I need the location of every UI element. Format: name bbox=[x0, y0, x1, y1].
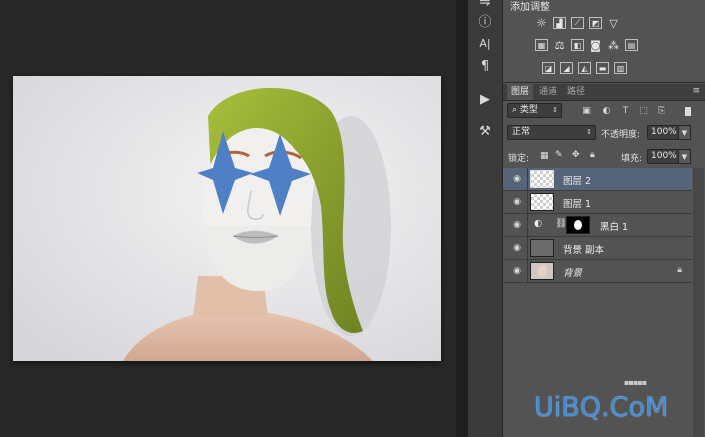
vibrance-icon[interactable]: ▽ bbox=[607, 17, 620, 30]
chevron-down-icon[interactable]: ▼ bbox=[678, 125, 691, 140]
tool-presets-icon[interactable]: ⚒ bbox=[476, 123, 494, 139]
adjustments-row-2: ▦ ⚖ ◧ ◙ ⁂ ▤ bbox=[535, 39, 638, 52]
layer-divider bbox=[527, 214, 528, 237]
canvas-area[interactable] bbox=[0, 0, 468, 437]
chevron-updown-icon: ⇕ bbox=[586, 128, 592, 136]
portrait-image bbox=[13, 76, 441, 361]
levels-icon[interactable]: ▟ bbox=[553, 17, 566, 29]
history-icon[interactable]: ⇋ bbox=[476, 0, 494, 10]
lock-label: 锁定: bbox=[508, 154, 530, 164]
fill-label: 填充: bbox=[621, 154, 643, 164]
layer-mask-thumbnail[interactable] bbox=[566, 216, 590, 234]
color-balance-icon[interactable]: ⚖ bbox=[553, 39, 566, 52]
layer-name[interactable]: 图层 2 bbox=[563, 173, 591, 187]
layers-scrollbar[interactable] bbox=[693, 168, 704, 437]
panels-dock: 添加调整 ☼ ▟ ⟋ ◩ ▽ ▦ ⚖ ◧ ◙ ⁂ ▤ ◪ ◢ ◭ ▬ ▥ 图层 … bbox=[503, 0, 705, 437]
layer-divider bbox=[527, 260, 528, 283]
smart-object-filter-icon[interactable]: ⎘ bbox=[656, 105, 667, 116]
eye-icon[interactable]: ◉ bbox=[511, 220, 523, 230]
pixel-filter-icon[interactable]: ▣ bbox=[581, 105, 592, 116]
filter-toggle-icon[interactable] bbox=[685, 107, 691, 116]
eye-icon[interactable]: ◉ bbox=[511, 174, 523, 184]
layer-divider bbox=[527, 168, 528, 191]
lock-image-icon[interactable]: ✎ bbox=[555, 150, 563, 160]
gradient-map-icon[interactable]: ▥ bbox=[614, 62, 627, 74]
layer-divider bbox=[527, 191, 528, 214]
document-image[interactable] bbox=[13, 76, 441, 361]
layer-name[interactable]: 图层 1 bbox=[563, 196, 591, 210]
layer-thumbnail bbox=[530, 193, 554, 211]
selective-color-icon[interactable]: ▬ bbox=[596, 62, 609, 74]
layer-thumbnail bbox=[530, 262, 554, 280]
filter-kind-select[interactable]: ⌕ 类型 ⇕ bbox=[507, 103, 562, 118]
thumb-face bbox=[538, 265, 547, 277]
layer-row-layer1[interactable]: ◉ 图层 1 bbox=[503, 191, 692, 214]
fill-field[interactable]: 100% bbox=[647, 149, 679, 164]
mask-shape bbox=[574, 220, 582, 230]
curves-icon[interactable]: ⟋ bbox=[571, 17, 584, 29]
resize-handle-icon[interactable]: ▪▪▪▪▪ bbox=[624, 378, 647, 387]
lock-transparent-icon[interactable]: ▦ bbox=[540, 151, 549, 161]
layer-divider bbox=[527, 237, 528, 260]
adjustments-title: 添加调整 bbox=[510, 2, 550, 13]
eye-icon[interactable]: ◉ bbox=[511, 197, 523, 207]
layer-name[interactable]: 黑白 1 bbox=[600, 219, 628, 233]
adjustments-row-1: ☼ ▟ ⟋ ◩ ▽ bbox=[535, 16, 620, 30]
layer-name[interactable]: 背景 bbox=[563, 265, 582, 279]
exposure-icon[interactable]: ◩ bbox=[589, 17, 602, 29]
layer-thumbnail bbox=[530, 170, 554, 188]
photo-filter-icon[interactable]: ◙ bbox=[589, 39, 602, 52]
posterize-icon[interactable]: ◢ bbox=[560, 62, 573, 74]
panel-menu-icon[interactable]: ≡ bbox=[692, 86, 700, 96]
hue-saturation-icon[interactable]: ▦ bbox=[535, 39, 548, 51]
eye-icon[interactable]: ◉ bbox=[511, 243, 523, 253]
invert-icon[interactable]: ◪ bbox=[542, 62, 555, 74]
layer-filter-row: ⌕ 类型 ⇕ ▣ ◐ T ⬚ ⎘ bbox=[503, 101, 705, 121]
character-icon[interactable]: A| bbox=[476, 35, 494, 51]
layer-row-background-copy[interactable]: ◉ 背景 副本 bbox=[503, 237, 692, 260]
panel-separator bbox=[456, 0, 468, 437]
layers-list: ◉ 图层 2 ◉ 图层 1 ◉ ◐ ⛓ 黑白 1 ◉ 背景 副本 ◉ 背景 🔒︎ bbox=[503, 168, 692, 287]
opacity-label: 不透明度: bbox=[601, 130, 641, 140]
filter-kind-label: 类型 bbox=[519, 105, 538, 115]
tab-channels[interactable]: 通道 bbox=[535, 84, 561, 100]
adjustment-layer-icon: ◐ bbox=[534, 218, 543, 229]
layer-thumbnail bbox=[530, 239, 554, 257]
blend-mode-label: 正常 bbox=[512, 127, 531, 137]
tab-paths[interactable]: 路径 bbox=[563, 84, 589, 100]
lock-position-icon[interactable]: ✥ bbox=[572, 150, 580, 160]
adjustments-row-3: ◪ ◢ ◭ ▬ ▥ bbox=[542, 62, 627, 74]
lock-all-icon[interactable]: 🔒︎ bbox=[590, 150, 595, 160]
eye-icon[interactable]: ◉ bbox=[511, 266, 523, 276]
color-lookup-icon[interactable]: ▤ bbox=[625, 39, 638, 51]
layer-row-background[interactable]: ◉ 背景 🔒︎ bbox=[503, 260, 692, 283]
collapsed-panel-strip: ⇋ ⓘ A| ¶ ▶ ⚒ bbox=[468, 0, 503, 437]
blend-mode-select[interactable]: 正常 ⇕ bbox=[507, 125, 596, 140]
shape-filter-icon[interactable]: ⬚ bbox=[638, 105, 649, 116]
layer-name[interactable]: 背景 副本 bbox=[563, 242, 604, 256]
layer-row-black-white[interactable]: ◉ ◐ ⛓ 黑白 1 bbox=[503, 214, 692, 237]
adjustment-filter-icon[interactable]: ◐ bbox=[601, 105, 612, 116]
tab-layers[interactable]: 图层 bbox=[507, 84, 534, 100]
opacity-field[interactable]: 100% bbox=[647, 125, 679, 140]
search-icon: ⌕ bbox=[512, 105, 518, 115]
paragraph-icon[interactable]: ¶ bbox=[476, 58, 494, 74]
info-icon[interactable]: ⓘ bbox=[476, 12, 494, 30]
adjustments-panel: 添加调整 ☼ ▟ ⟋ ◩ ▽ ▦ ⚖ ◧ ◙ ⁂ ▤ ◪ ◢ ◭ ▬ ▥ bbox=[503, 0, 705, 83]
watermark-text: UiBQ.CoM bbox=[534, 392, 669, 423]
chevron-down-icon[interactable]: ▼ bbox=[678, 149, 691, 164]
actions-play-icon[interactable]: ▶ bbox=[476, 91, 494, 107]
threshold-icon[interactable]: ◭ bbox=[578, 62, 591, 74]
type-filter-icon[interactable]: T bbox=[620, 105, 631, 116]
lock-icon: 🔒︎ bbox=[677, 265, 682, 275]
black-white-icon[interactable]: ◧ bbox=[571, 39, 584, 51]
brightness-icon[interactable]: ☼ bbox=[535, 16, 548, 30]
channel-mixer-icon[interactable]: ⁂ bbox=[607, 39, 620, 52]
layers-tab-bar: 图层 通道 路径 ≡ bbox=[503, 84, 705, 101]
layer-row-layer2[interactable]: ◉ 图层 2 bbox=[503, 168, 692, 191]
chevron-updown-icon: ⇕ bbox=[552, 106, 558, 114]
